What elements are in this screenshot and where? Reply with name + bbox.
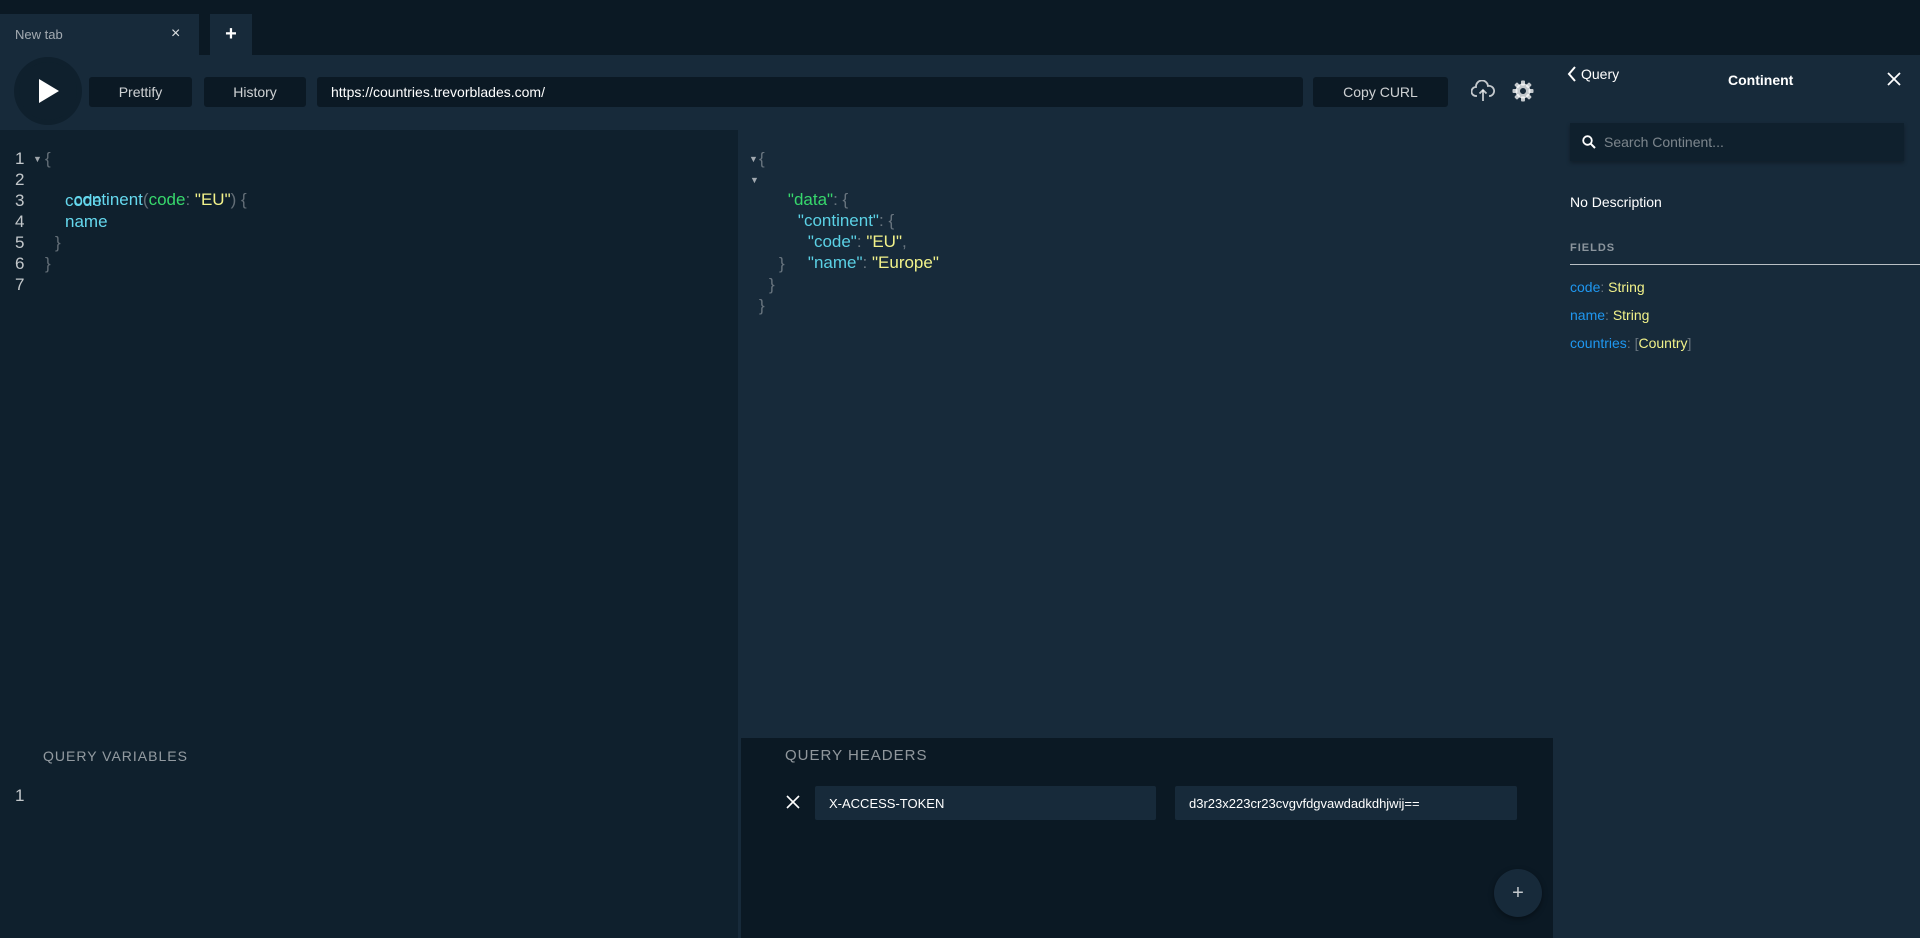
field-separator: : — [1600, 279, 1605, 295]
code-token: } — [45, 254, 51, 273]
code-token: "EU" — [194, 190, 231, 209]
line-number: 6 — [15, 254, 25, 273]
field-name-link[interactable]: name — [1570, 307, 1605, 323]
prettify-button[interactable]: Prettify — [89, 77, 192, 107]
fields-heading: FIELDS — [1570, 242, 1616, 254]
docs-back-label: Query — [1581, 66, 1620, 82]
code-token: code — [65, 191, 102, 210]
close-tab-icon[interactable]: × — [171, 25, 180, 43]
add-header-button[interactable]: + — [1494, 869, 1542, 917]
search-icon — [1582, 135, 1596, 149]
divider — [1570, 264, 1920, 265]
docs-field-code: code: String — [1570, 279, 1645, 295]
line-number: 3 — [15, 191, 25, 210]
chevron-left-icon — [1567, 66, 1576, 82]
header-key-input[interactable] — [815, 786, 1156, 820]
tab-bar: New tab × + — [0, 0, 1920, 55]
line-number: 7 — [15, 275, 25, 294]
endpoint-url-input[interactable] — [317, 77, 1303, 107]
query-headers-title[interactable]: QUERY HEADERS — [785, 747, 928, 764]
settings-gear-icon[interactable] — [1512, 80, 1534, 102]
cloud-upload-icon[interactable] — [1471, 80, 1495, 102]
line-number: 5 — [15, 233, 25, 252]
docs-description: No Description — [1570, 194, 1662, 210]
code-token: name — [65, 212, 108, 231]
fold-arrow-icon[interactable]: ▼ — [749, 154, 758, 164]
docs-field-name: name: String — [1570, 307, 1649, 323]
code-token: : — [862, 253, 868, 272]
field-type-link[interactable]: Country — [1638, 335, 1687, 351]
result-pane: ▼ { ▼ "data": { "continent": { "code": "… — [741, 130, 1553, 738]
history-button[interactable]: History — [204, 77, 306, 107]
docs-title: Continent — [1728, 72, 1794, 88]
add-tab-button[interactable]: + — [210, 14, 252, 55]
line-number: 1 — [15, 149, 25, 168]
query-variables-title[interactable]: QUERY VARIABLES — [43, 748, 188, 764]
field-name-link[interactable]: code — [1570, 279, 1600, 295]
line-number: 1 — [15, 786, 25, 805]
code-token: { — [759, 149, 765, 168]
code-line: "name": "Europe" — [789, 233, 939, 293]
play-icon — [39, 79, 59, 103]
docs-search-box[interactable] — [1570, 123, 1904, 161]
docs-back-button[interactable]: Query — [1567, 66, 1619, 82]
header-value-input[interactable] — [1175, 786, 1517, 820]
code-token: { — [241, 190, 247, 209]
docs-search-input[interactable] — [1604, 123, 1894, 161]
code-token: "name" — [807, 253, 863, 272]
field-separator: : — [1626, 335, 1631, 351]
copy-curl-button[interactable]: Copy CURL — [1313, 77, 1448, 107]
field-type-link[interactable]: String — [1608, 279, 1645, 295]
code-token: } — [779, 254, 785, 273]
code-token: : — [185, 190, 191, 209]
query-headers-panel: QUERY HEADERS + — [741, 738, 1553, 938]
field-type-link[interactable]: String — [1613, 307, 1650, 323]
query-variables-panel[interactable]: QUERY VARIABLES 1 — [0, 738, 738, 938]
remove-header-icon[interactable] — [786, 795, 800, 809]
code-token: } — [769, 275, 775, 294]
code-token: } — [759, 296, 765, 315]
code-token: "Europe" — [871, 253, 939, 272]
fold-arrow-icon[interactable]: ▼ — [33, 154, 42, 164]
tab-title: New tab — [15, 27, 63, 42]
code-token: code — [148, 190, 186, 209]
tab-new-tab[interactable]: New tab × — [0, 14, 199, 55]
execute-query-button[interactable] — [19, 62, 77, 120]
line-number: 4 — [15, 212, 25, 231]
line-number: 2 — [15, 170, 25, 189]
code-token: ) — [230, 190, 237, 209]
field-separator: : — [1605, 307, 1609, 323]
close-icon[interactable] — [1886, 71, 1902, 87]
query-editor[interactable]: 1 2 3 4 5 6 7 ▼ { continent(code: "EU") … — [0, 130, 738, 738]
docs-panel: Query Continent No Description FIELDS co… — [1553, 55, 1920, 938]
code-token: { — [45, 149, 51, 168]
fold-arrow-icon[interactable]: ▼ — [750, 175, 759, 185]
toolbar: Prettify History Copy CURL — [0, 55, 1553, 130]
field-name-link[interactable]: countries — [1570, 335, 1627, 351]
list-bracket-close: ] — [1687, 335, 1692, 351]
code-token: } — [55, 233, 61, 252]
docs-field-countries: countries: [Country] — [1570, 335, 1691, 351]
